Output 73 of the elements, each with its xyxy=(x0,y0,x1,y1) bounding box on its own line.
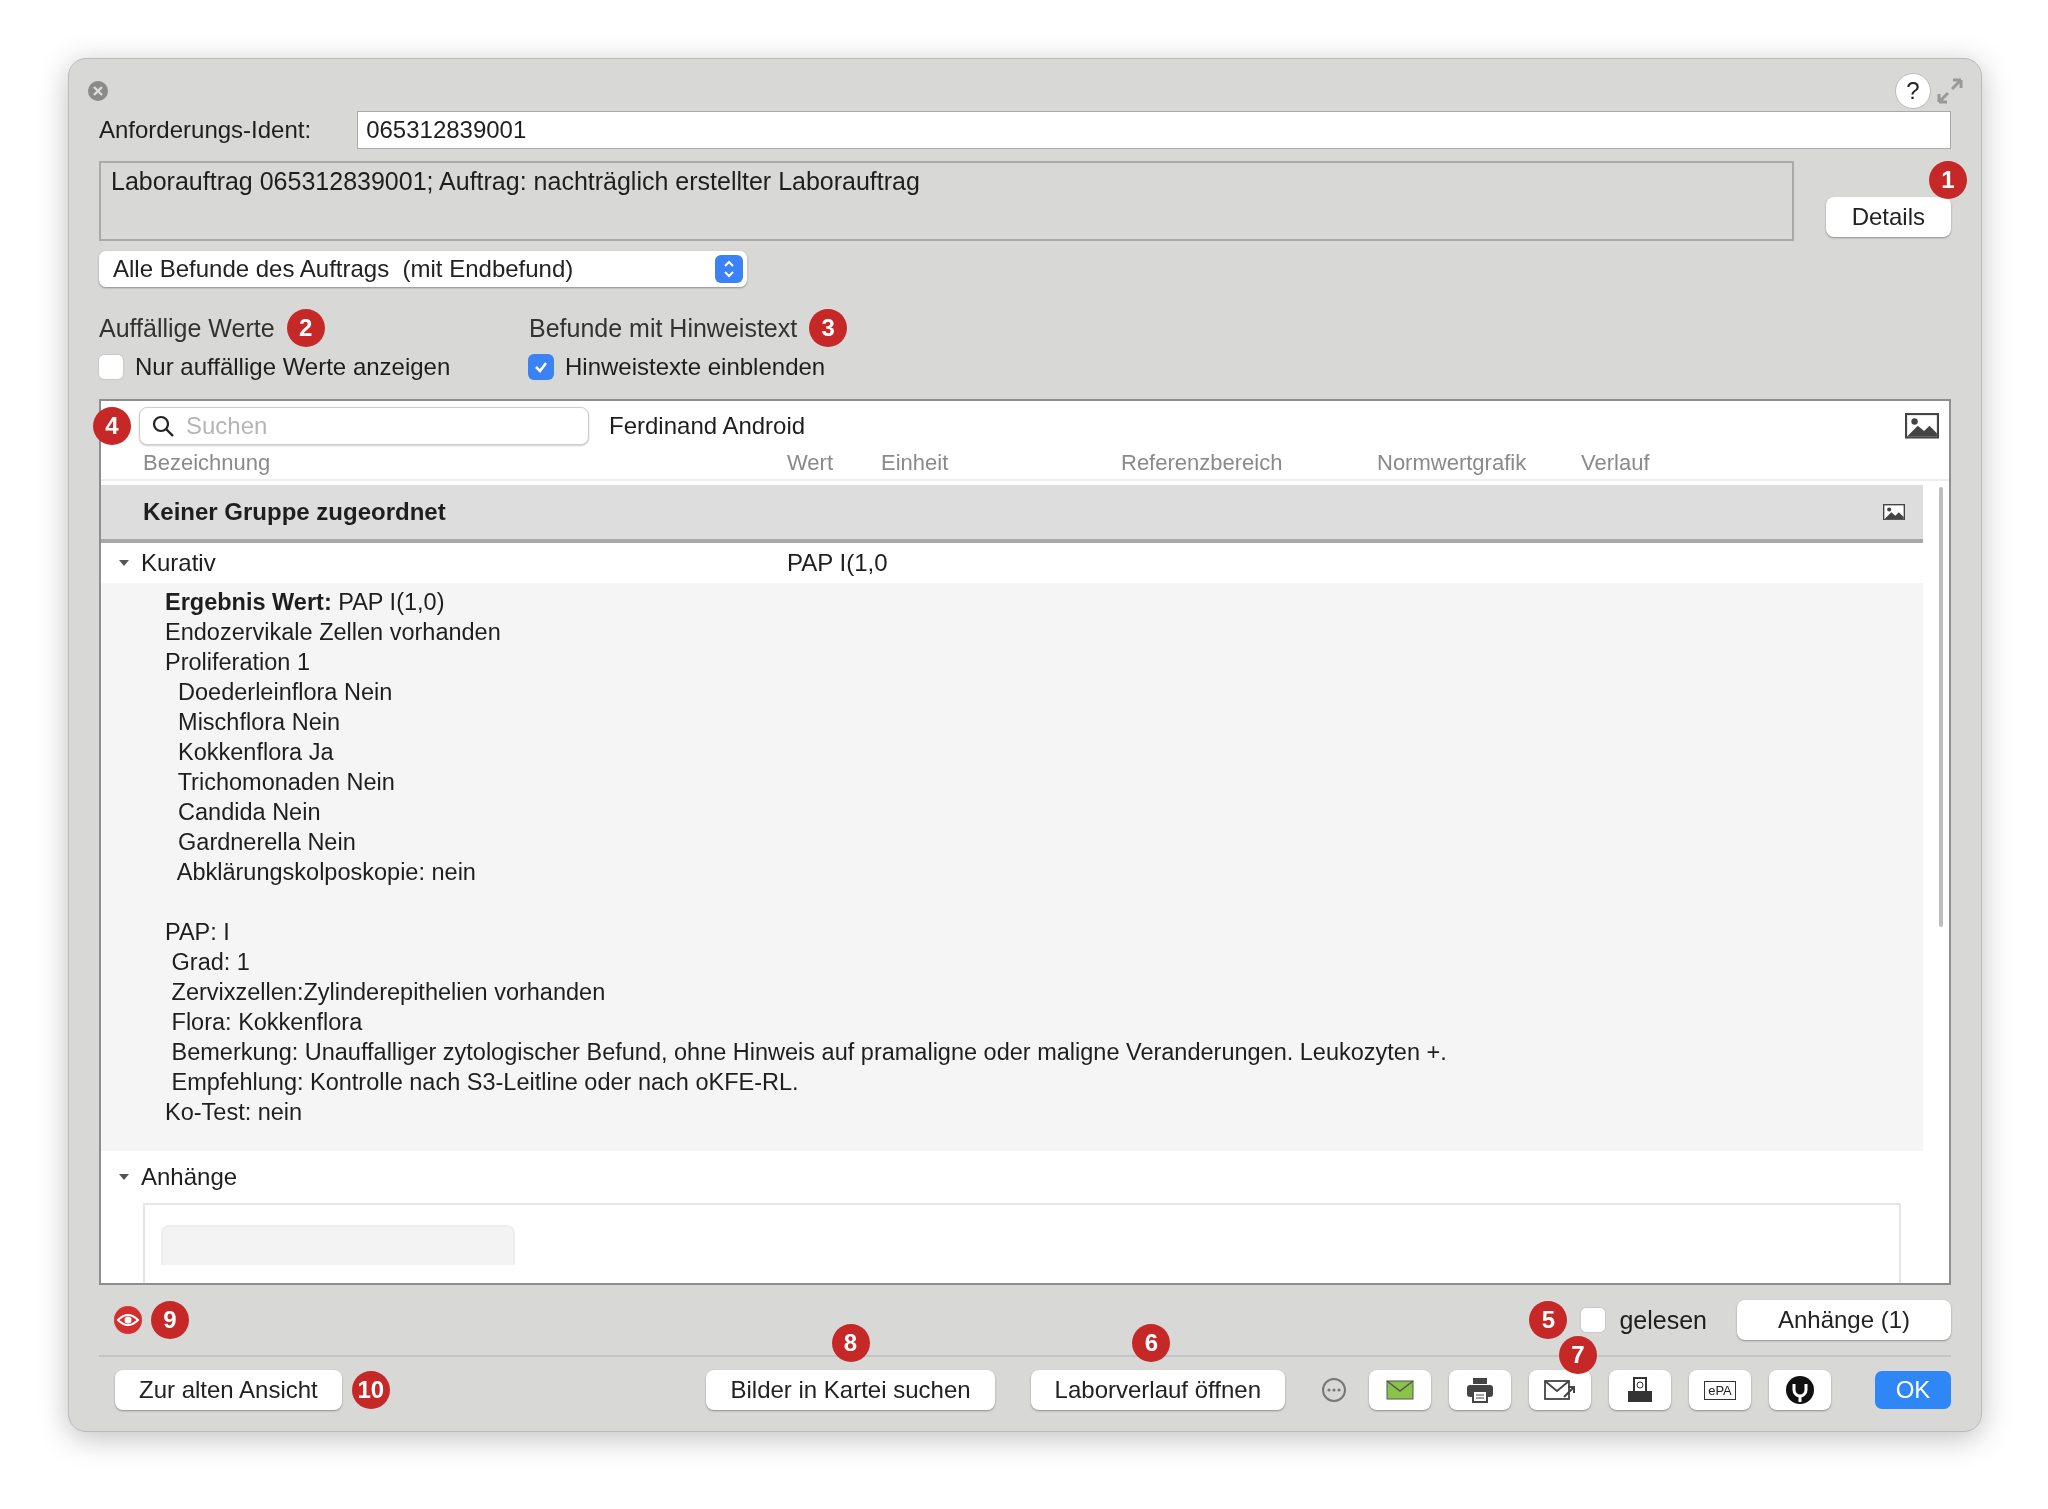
number-badge: 1 xyxy=(1929,161,1967,199)
number-badge: 7 xyxy=(1559,1336,1597,1374)
result-line: Grad: 1 xyxy=(170,948,251,977)
more-button[interactable] xyxy=(1321,1377,1347,1403)
stepper-icon xyxy=(715,255,743,283)
search-icon xyxy=(151,414,175,438)
close-button[interactable] xyxy=(87,80,109,102)
result-line: Bemerkung: Unauffalliger zytologischer Befund, ohne Hinweis auf pramaligne oder maligne Veranderungen. Leukozyten +. xyxy=(170,1038,1448,1067)
group-title: Keiner Gruppe zugeordnet xyxy=(143,498,446,526)
number-badge: 10 xyxy=(351,1371,390,1409)
result-line: Gardnerella Nein xyxy=(177,828,357,857)
result-line: Doederleinflora Nein xyxy=(177,678,394,707)
result-line: Empfehlung: Kontrolle nach S3-Leitline oder nach oKFE-RL. xyxy=(170,1068,800,1097)
toolbar-button[interactable]: ePA xyxy=(1689,1370,1751,1410)
checkbox-label: Nur auffällige Werte anzeigen xyxy=(135,353,451,381)
row-name: Kurativ xyxy=(140,549,217,577)
result-line: Trichomonaden Nein xyxy=(176,768,396,797)
search-field[interactable]: Suchen xyxy=(139,407,589,445)
disclosure-triangle[interactable] xyxy=(117,558,131,568)
printer-icon xyxy=(1466,1377,1494,1403)
number-badge: 6 xyxy=(1132,1324,1171,1362)
section-heading: Befunde mit Hinweistext xyxy=(529,313,798,343)
number-badge: 8 xyxy=(831,1324,870,1362)
checkbox[interactable] xyxy=(529,355,553,379)
result-line: Proliferation 1 xyxy=(165,648,311,677)
result-line: Ergebnis Wert: PAP I(1,0) xyxy=(165,588,446,617)
number-badge: 2 xyxy=(286,309,325,347)
ok-button[interactable]: OK xyxy=(1875,1371,1951,1409)
image-icon[interactable] xyxy=(1905,413,1939,439)
result-line: Kokkenflora Ja xyxy=(177,738,335,767)
ident-label: Anforderungs-Ident: xyxy=(99,116,312,144)
toolbar-button[interactable] xyxy=(1769,1370,1831,1410)
plug-icon xyxy=(1785,1375,1815,1405)
attachments-heading: Anhänge xyxy=(140,1163,239,1191)
patient-name: Ferdinand Android xyxy=(609,412,807,440)
number-badge: 3 xyxy=(809,309,848,347)
number-badge: 9 xyxy=(151,1301,189,1339)
result-line: Abklärungskolposkopie: nein xyxy=(175,858,477,887)
section-heading: Auffällige Werte xyxy=(99,313,275,343)
checkbox-label: gelesen xyxy=(1619,1305,1707,1335)
eye-icon[interactable] xyxy=(113,1305,143,1335)
epa-label: ePA xyxy=(1704,1380,1736,1400)
attachments-button[interactable]: Anhänge (1) xyxy=(1737,1300,1951,1340)
result-line: Zervixzellen:Zylinderepithelien vorhanden xyxy=(170,978,607,1007)
checkbox[interactable] xyxy=(1581,1308,1606,1332)
disclosure-triangle[interactable] xyxy=(117,1172,131,1182)
findings-select[interactable]: Alle Befunde des Auftrags (mit Endbefund) xyxy=(99,251,747,287)
envelope-arrow-icon xyxy=(1544,1379,1576,1401)
old-view-button[interactable]: Zur alten Ansicht xyxy=(115,1370,342,1410)
checkbox-label: Hinweistexte einblenden xyxy=(565,353,826,381)
search-images-button[interactable]: Bilder in Kartei suchen xyxy=(706,1370,995,1410)
order-description: Laborauftrag 065312839001; Auftrag: nachträglich erstellter Laborauftrag xyxy=(99,161,1794,241)
number-badge: 5 xyxy=(1529,1301,1568,1339)
result-line: Flora: Kokkenflora xyxy=(170,1008,364,1037)
scrollbar[interactable] xyxy=(1939,487,1943,927)
toolbar-button[interactable] xyxy=(1449,1370,1511,1410)
result-line: Ko-Test: nein xyxy=(165,1098,304,1127)
result-line: Endozervikale Zellen vorhanden xyxy=(165,618,502,647)
ident-field[interactable]: 065312839001 xyxy=(357,111,1951,149)
result-line: Candida Nein xyxy=(177,798,322,827)
image-icon[interactable] xyxy=(1883,503,1905,521)
fax-icon xyxy=(1627,1377,1653,1403)
result-line: Mischflora Nein xyxy=(177,708,341,737)
row-value: PAP I(1,0 xyxy=(787,549,889,577)
envelope-icon xyxy=(1386,1380,1414,1400)
number-badge: 4 xyxy=(93,407,131,445)
checkbox[interactable] xyxy=(99,355,123,379)
result-line: PAP: I xyxy=(165,918,231,947)
details-button[interactable]: Details xyxy=(1825,197,1951,237)
toolbar-button[interactable] xyxy=(1609,1370,1671,1410)
help-button[interactable]: ? xyxy=(1895,73,1931,109)
toolbar-button[interactable] xyxy=(1529,1370,1591,1410)
lab-history-button[interactable]: Laborverlauf öffnen xyxy=(1030,1370,1285,1410)
